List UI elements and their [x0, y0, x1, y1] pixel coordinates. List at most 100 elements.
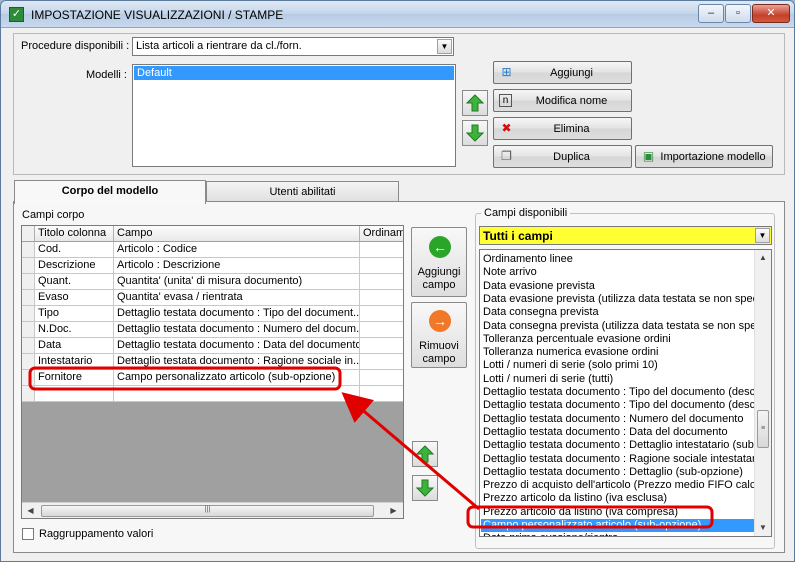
- cell-sort[interactable]: [360, 338, 403, 354]
- list-item[interactable]: Data consegna prevista (utilizza data te…: [483, 320, 764, 333]
- column-header-sort[interactable]: Ordinamento: [360, 226, 403, 242]
- list-item[interactable]: Lotti / numeri di serie (tutti): [483, 373, 613, 386]
- table-row[interactable]: Data Dettaglio testata documento : Data d…: [22, 338, 403, 354]
- scroll-up-icon[interactable]: ▲: [755, 250, 771, 266]
- list-item[interactable]: Tolleranza numerica evasione ordini: [483, 346, 658, 359]
- cell-field[interactable]: Quantita' evasa / rientrata: [114, 290, 360, 306]
- cell-sort[interactable]: [360, 370, 403, 386]
- list-item[interactable]: Campo personalizzato articolo (sub-opzio…: [481, 519, 755, 532]
- column-header-title[interactable]: Titolo colonna: [35, 226, 114, 242]
- cell-sort[interactable]: [360, 386, 403, 402]
- maximize-button[interactable]: ▫: [725, 4, 751, 23]
- field-down-button[interactable]: [412, 475, 438, 501]
- remove-field-button[interactable]: → Rimuovi campo: [411, 302, 467, 368]
- move-down-button[interactable]: [462, 120, 488, 146]
- cell-sort[interactable]: [360, 274, 403, 290]
- list-item[interactable]: Dettaglio testata documento : Tipo del d…: [483, 386, 761, 399]
- table-row[interactable]: N.Doc. Dettaglio testata documento : Nume…: [22, 322, 403, 338]
- cell-sort[interactable]: [360, 354, 403, 370]
- cell-field[interactable]: [114, 386, 360, 402]
- available-filter-select[interactable]: Tutti i campi ▼: [479, 226, 772, 245]
- cell-sort[interactable]: [360, 290, 403, 306]
- list-item[interactable]: Dettaglio testata documento : Dettaglio …: [483, 466, 743, 479]
- table-row[interactable]: Tipo Dettaglio testata documento : Tipo d…: [22, 306, 403, 322]
- list-item[interactable]: Prezzo articolo da listino (iva esclusa): [483, 492, 667, 505]
- list-item[interactable]: Lotti / numeri di serie (solo primi 10): [483, 359, 658, 372]
- table-row[interactable]: Intestatario Dettaglio testata documento …: [22, 354, 403, 370]
- list-item[interactable]: Data prima evasione/rientro: [483, 532, 618, 536]
- cell-sort[interactable]: [360, 242, 403, 258]
- list-item[interactable]: Prezzo articolo da listino (iva compresa…: [483, 506, 678, 519]
- row-header[interactable]: [22, 258, 35, 274]
- cell-field[interactable]: Articolo : Codice: [114, 242, 360, 258]
- list-item[interactable]: Note arrivo: [483, 266, 537, 279]
- list-item[interactable]: Data evasione prevista: [483, 280, 595, 293]
- tab-model-body[interactable]: Corpo del modello: [14, 180, 206, 204]
- list-item[interactable]: Tolleranza percentuale evasione ordini: [483, 333, 671, 346]
- available-fields-list[interactable]: Ordinamento linee Note arrivo Data evasion…: [479, 249, 772, 537]
- cell-field[interactable]: Dettaglio testata documento : Ragione so…: [114, 354, 360, 370]
- move-up-button[interactable]: [462, 90, 488, 116]
- add-model-button[interactable]: ⊞ Aggiungi: [493, 61, 632, 84]
- table-row[interactable]: Quant. Quantita' (unita' di misura docume…: [22, 274, 403, 290]
- cell-sort[interactable]: [360, 322, 403, 338]
- row-header[interactable]: [22, 322, 35, 338]
- model-item-default[interactable]: Default: [134, 66, 454, 80]
- cell-title[interactable]: Tipo: [35, 306, 114, 322]
- cell-title[interactable]: Descrizione: [35, 258, 114, 274]
- close-button[interactable]: ✕: [752, 4, 790, 23]
- list-item[interactable]: Dettaglio testata documento : Numero del…: [483, 413, 743, 426]
- row-header[interactable]: [22, 242, 35, 258]
- list-item[interactable]: Dettaglio testata documento : Dettaglio …: [483, 439, 764, 452]
- row-header[interactable]: [22, 338, 35, 354]
- import-model-button[interactable]: ▣ Importazione modello: [635, 145, 773, 168]
- cell-sort[interactable]: [360, 306, 403, 322]
- cell-sort[interactable]: [360, 258, 403, 274]
- list-item[interactable]: Data consegna prevista: [483, 306, 599, 319]
- row-header[interactable]: [22, 290, 35, 306]
- cell-field[interactable]: Campo personalizzato articolo (sub-opzio…: [114, 370, 360, 386]
- add-field-button[interactable]: ← Aggiungi campo: [411, 227, 467, 297]
- table-row[interactable]: Descrizione Articolo : Descrizione: [22, 258, 403, 274]
- chevron-down-icon[interactable]: ▼: [755, 228, 770, 243]
- row-header[interactable]: [22, 386, 35, 402]
- row-header[interactable]: [22, 354, 35, 370]
- cell-field[interactable]: Dettaglio testata documento : Tipo del d…: [114, 306, 360, 322]
- list-item[interactable]: Dettaglio testata documento : Data del d…: [483, 426, 728, 439]
- list-item[interactable]: Dettaglio testata documento : Tipo del d…: [483, 399, 761, 412]
- scroll-thumb[interactable]: ≡: [757, 410, 769, 448]
- list-item[interactable]: Ordinamento linee: [483, 253, 573, 266]
- models-list[interactable]: Default: [132, 64, 456, 167]
- duplicate-model-button[interactable]: ❐ Duplica: [493, 145, 632, 168]
- list-item[interactable]: Dettaglio testata documento : Ragione so…: [483, 453, 764, 466]
- cell-field[interactable]: Dettaglio testata documento : Data del d…: [114, 338, 360, 354]
- cell-title[interactable]: Data: [35, 338, 114, 354]
- cell-title[interactable]: Fornitore: [35, 370, 114, 386]
- cell-title[interactable]: Quant.: [35, 274, 114, 290]
- cell-title[interactable]: N.Doc.: [35, 322, 114, 338]
- field-up-button[interactable]: [412, 441, 438, 467]
- grid-horizontal-scrollbar[interactable]: ◀ ||| ▶: [22, 502, 403, 518]
- scroll-thumb[interactable]: |||: [41, 505, 374, 517]
- cell-field[interactable]: Dettaglio testata documento : Numero del…: [114, 322, 360, 338]
- row-header[interactable]: [22, 370, 35, 386]
- scroll-left-icon[interactable]: ◀: [22, 503, 39, 518]
- scroll-right-icon[interactable]: ▶: [385, 503, 402, 518]
- cell-title[interactable]: Intestatario: [35, 354, 114, 370]
- row-header[interactable]: [22, 274, 35, 290]
- procedure-select[interactable]: Lista articoli a rientrare da cl./forn. …: [132, 37, 454, 56]
- minimize-button[interactable]: –: [698, 4, 724, 23]
- tab-enabled-users[interactable]: Utenti abilitati: [206, 181, 399, 203]
- row-header[interactable]: [22, 306, 35, 322]
- delete-model-button[interactable]: ✖ Elimina: [493, 117, 632, 140]
- table-row[interactable]: Evaso Quantita' evasa / rientrata: [22, 290, 403, 306]
- table-row[interactable]: [22, 386, 403, 402]
- cell-title[interactable]: Cod.: [35, 242, 114, 258]
- scroll-down-icon[interactable]: ▼: [755, 520, 771, 536]
- table-row[interactable]: Cod. Articolo : Codice: [22, 242, 403, 258]
- chevron-down-icon[interactable]: ▼: [437, 39, 452, 54]
- table-row[interactable]: Fornitore Campo personalizzato articolo (…: [22, 370, 403, 386]
- cell-title[interactable]: Evaso: [35, 290, 114, 306]
- cell-title[interactable]: [35, 386, 114, 402]
- rename-model-button[interactable]: n Modifica nome: [493, 89, 632, 112]
